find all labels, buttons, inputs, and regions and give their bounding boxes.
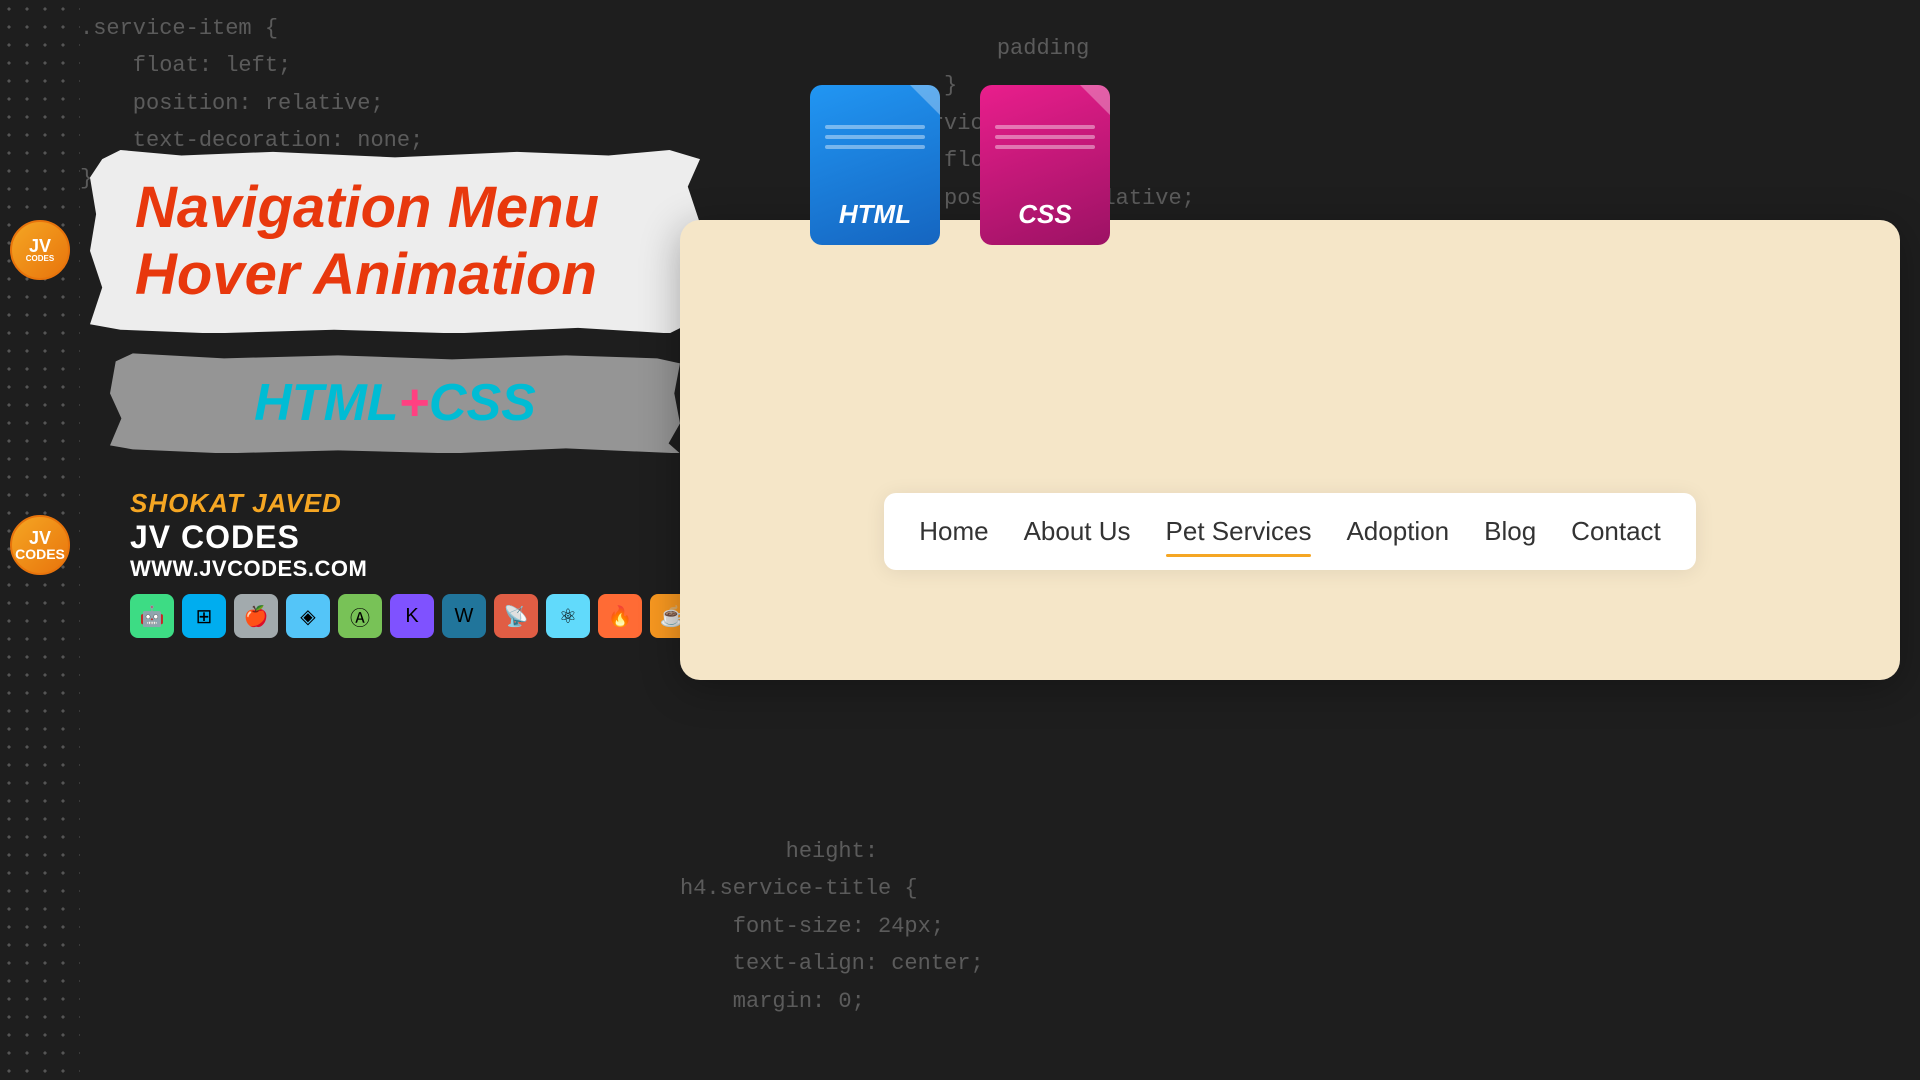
jv-logo-bottom-jv: JV [29,529,51,547]
nav-item-about[interactable]: About Us [1024,511,1131,552]
subtitle-html: HTML [254,373,398,433]
html-doc-line-2 [825,135,925,139]
jv-logo-bottom-codes: CODES [15,547,65,561]
icon-android: 🤖 [130,594,174,638]
tech-icons-row: 🤖 ⊞ 🍎 ◈ Ⓐ K W 📡 ⚛ 🔥 ☕ 🐴 [130,594,746,638]
brush-subtitle-container: HTML + CSS [110,353,680,453]
nav-item-adoption[interactable]: Adoption [1346,511,1449,552]
demo-box: Home About Us Pet Services Adoption Blog… [680,220,1900,680]
icon-flutter: ◈ [286,594,330,638]
nav-item-pet-services[interactable]: Pet Services [1166,511,1312,552]
subtitle-css: CSS [429,373,536,433]
title-line2: Hover Animation [135,242,655,309]
icon-android2: Ⓐ [338,594,382,638]
jv-logo-top: JV CODES [10,220,70,280]
html-doc-line-3 [825,145,925,149]
css-file-icon: CSS [980,85,1110,245]
brush-title-container: Navigation Menu Hover Animation [110,160,680,323]
nav-demo: Home About Us Pet Services Adoption Blog… [884,493,1696,570]
subtitle-text: HTML + CSS [110,353,680,453]
website: WWW.JVCODES.COM [130,556,367,582]
jv-logo-top-codes: CODES [26,255,54,263]
author-info: SHOKAT JAVED JV CODES WWW.JVCODES.COM [130,488,367,582]
title-text-area: Navigation Menu Hover Animation [110,160,680,323]
right-panel: HTML CSS Home About Us Pet Services Adop… [680,0,1920,1080]
css-doc-line-2 [995,135,1095,139]
icon-podcast: 📡 [494,594,538,638]
subtitle-plus: + [399,373,429,433]
html-file-lines [825,125,925,155]
file-icons-container: HTML CSS [810,85,1110,245]
icon-windows: ⊞ [182,594,226,638]
html-doc-line-1 [825,125,925,129]
icon-react: ⚛ [546,594,590,638]
icon-wordpress: W [442,594,486,638]
jv-logo-top-jv: JV [29,237,51,255]
jv-logo-bottom: JV CODES [10,515,70,575]
nav-item-contact[interactable]: Contact [1571,511,1661,552]
nav-item-home[interactable]: Home [919,511,988,552]
icon-fire: 🔥 [598,594,642,638]
css-doc-line-3 [995,145,1095,149]
nav-item-blog[interactable]: Blog [1484,511,1536,552]
brand-name: JV CODES [130,519,367,556]
css-file-lines [995,125,1095,155]
css-file-corner [1080,85,1110,115]
html-file-label: HTML [839,199,911,230]
css-doc-line-1 [995,125,1095,129]
author-name: SHOKAT JAVED [130,488,367,519]
html-file-corner [910,85,940,115]
left-panel: Navigation Menu Hover Animation HTML + C… [80,0,740,1080]
html-file-icon: HTML [810,85,940,245]
css-file-label: CSS [1018,199,1071,230]
icon-apple: 🍎 [234,594,278,638]
title-line1: Navigation Menu [135,175,655,242]
icon-kotlin: K [390,594,434,638]
